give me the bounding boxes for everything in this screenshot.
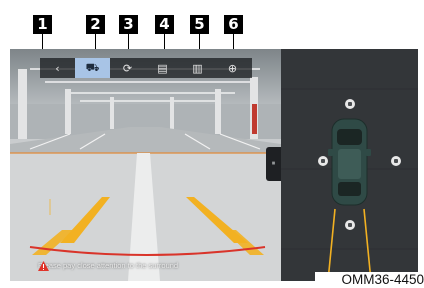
top-view-button[interactable]: ▥ <box>180 58 215 78</box>
callout-3: 3 <box>119 15 138 34</box>
callout-6: 6 <box>224 15 243 34</box>
callout-1: 1 <box>33 15 52 34</box>
warning-text: Please pay close attention to the surrou… <box>38 261 179 270</box>
figure-label: OMM36-4450 <box>315 272 424 288</box>
left-sensor-icon <box>318 156 328 166</box>
display-screen: ‹ ⛟ ⟳ ▤ ▥ ⊕ Please pay close attention t… <box>10 49 418 281</box>
callout-5: 5 <box>190 15 209 34</box>
rear-sensor-icon <box>345 220 355 230</box>
warning-message: Please pay close attention to the surrou… <box>38 261 179 271</box>
rear-camera-view: ‹ ⛟ ⟳ ▤ ▥ ⊕ Please pay close attention t… <box>10 49 281 281</box>
surround-view-button[interactable]: ⟳ <box>110 58 145 78</box>
front-sensor-icon <box>345 99 355 109</box>
right-sensor-icon <box>391 156 401 166</box>
callout-2: 2 <box>86 15 105 34</box>
back-button[interactable]: ‹ <box>40 58 75 78</box>
view-toolbar: ‹ ⛟ ⟳ ▤ ▥ ⊕ <box>40 58 252 78</box>
rear-view-button[interactable]: ⛟ <box>75 58 110 78</box>
warning-icon <box>38 261 49 271</box>
front-view-button[interactable]: ▤ <box>145 58 180 78</box>
callout-4: 4 <box>155 15 174 34</box>
side-panel-toggle[interactable]: ⏸ <box>266 147 281 181</box>
overhead-view <box>281 49 418 281</box>
camera-image <box>10 49 281 281</box>
vehicle-icon <box>328 118 371 206</box>
settings-button[interactable]: ⊕ <box>215 58 250 78</box>
